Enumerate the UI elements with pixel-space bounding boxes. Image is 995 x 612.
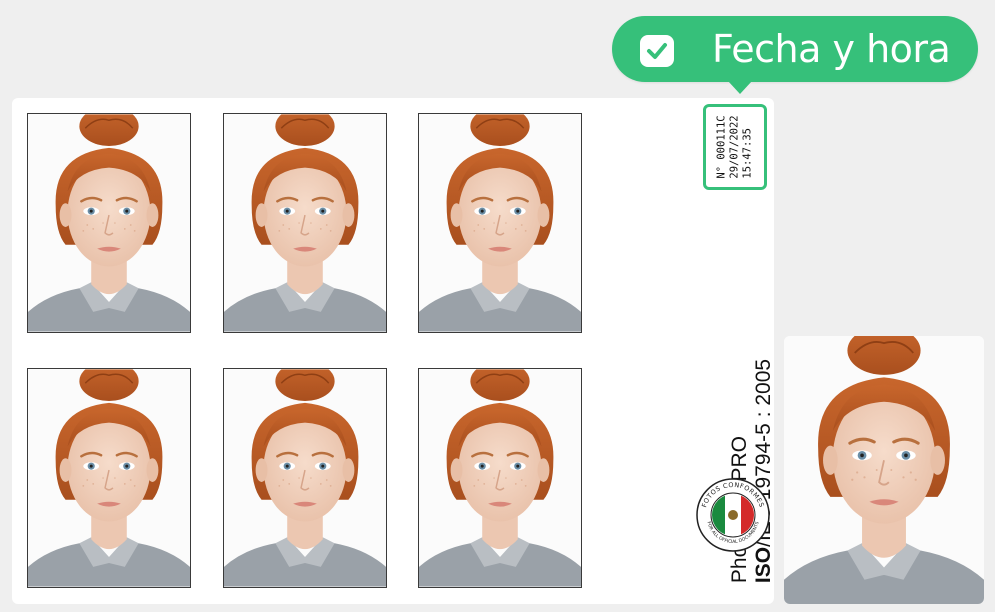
date-time-stamp: N° 000111C 29/07/2022 15:47:35 — [703, 104, 767, 190]
stamp-number: N° 000111C — [715, 115, 728, 179]
passport-photo-5 — [223, 368, 387, 588]
print-sheet: N° 000111C 29/07/2022 15:47:35 Photo/fot… — [12, 98, 775, 604]
large-photo-preview — [784, 336, 984, 604]
passport-photo-2 — [223, 113, 387, 333]
stamp-date: 29/07/2022 — [728, 115, 741, 179]
passport-photo-1 — [27, 113, 191, 333]
passport-photo-3 — [418, 113, 582, 333]
date-time-callout: Fecha y hora — [612, 16, 978, 94]
check-icon — [640, 35, 674, 67]
callout-label: Fecha y hora — [712, 27, 951, 71]
stamp-time: 15:47:35 — [741, 128, 754, 179]
mexico-flag-seal-icon: FOTOS CONFORMES FOR ALL OFFICIAL DOCUMEN… — [695, 477, 771, 553]
passport-photo-6 — [418, 368, 582, 588]
passport-photo-4 — [27, 368, 191, 588]
